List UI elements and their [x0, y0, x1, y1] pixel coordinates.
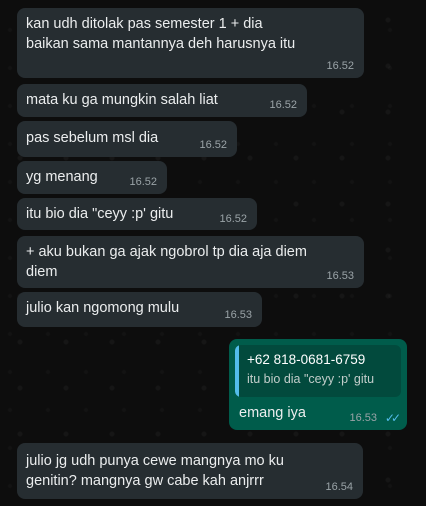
message-time: 16.53 [349, 412, 377, 424]
quote-accent-bar [235, 345, 239, 397]
message-time: 16.52 [129, 176, 157, 188]
message-text: julio kan ngomong mulu [26, 300, 180, 316]
quote-text: itu bio dia "ceyy :p' gitu [247, 372, 375, 386]
incoming-message[interactable]: + aku bukan ga ajak ngobrol tp dia aja d… [17, 236, 364, 288]
message-text: kan udh ditolak pas semester 1 + dia bai… [26, 16, 296, 52]
outgoing-message[interactable]: +62 818-0681-6759 itu bio dia "ceyy :p' … [229, 339, 407, 430]
quoted-message[interactable]: +62 818-0681-6759 itu bio dia "ceyy :p' … [235, 345, 401, 397]
message-text: itu bio dia "ceyy :p' gitu [26, 206, 174, 222]
message-time: 16.53 [326, 270, 354, 282]
message-text: julio jg udh punya cewe mangnya mo ku ge… [26, 453, 284, 489]
incoming-message[interactable]: yg menang 16.52 [17, 161, 167, 194]
read-ticks-icon: ✓✓ [384, 411, 401, 425]
incoming-message[interactable]: pas sebelum msl dia 16.52 [17, 121, 237, 157]
message-text: pas sebelum msl dia [26, 130, 159, 146]
incoming-message[interactable]: julio jg udh punya cewe mangnya mo ku ge… [17, 443, 363, 499]
message-text: + aku bukan ga ajak ngobrol tp dia aja d… [26, 244, 307, 280]
message-time: 16.54 [325, 481, 353, 493]
message-time: 16.52 [326, 60, 354, 72]
message-text: mata ku ga mungkin salah liat [26, 92, 218, 108]
incoming-message[interactable]: itu bio dia "ceyy :p' gitu 16.52 [17, 198, 257, 230]
message-time: 16.52 [219, 213, 247, 225]
message-time: 16.52 [199, 139, 227, 151]
incoming-message[interactable]: kan udh ditolak pas semester 1 + dia bai… [17, 8, 364, 78]
message-text: emang iya [239, 405, 306, 421]
message-time: 16.52 [269, 99, 297, 111]
incoming-message[interactable]: julio kan ngomong mulu 16.53 [17, 292, 262, 327]
incoming-message[interactable]: mata ku ga mungkin salah liat 16.52 [17, 84, 307, 117]
quote-sender: +62 818-0681-6759 [247, 352, 366, 367]
message-time: 16.53 [224, 309, 252, 321]
message-text: yg menang [26, 169, 98, 185]
